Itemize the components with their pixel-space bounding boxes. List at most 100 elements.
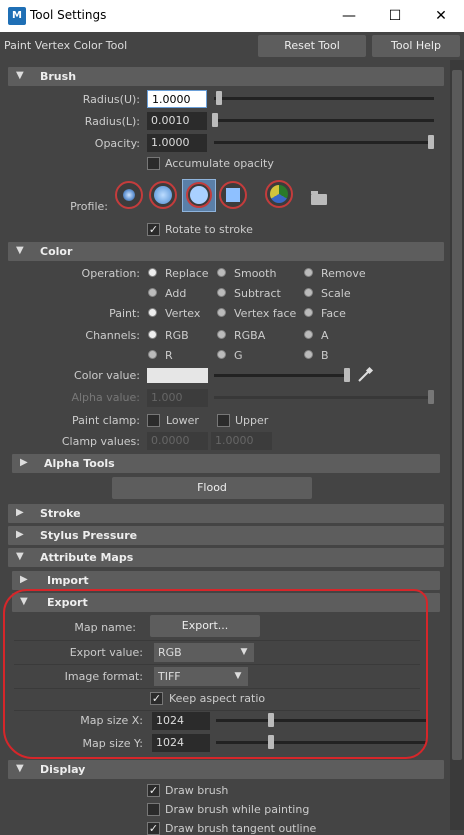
operation-smooth-radio[interactable] <box>217 268 226 277</box>
color-value-slider-handle[interactable] <box>344 368 350 382</box>
opacity-slider-track[interactable] <box>214 141 434 144</box>
alpha-value-slider-handle[interactable] <box>428 390 434 404</box>
channel-b-radio[interactable] <box>304 350 313 359</box>
rotate-to-stroke-checkbox[interactable]: ✓ <box>147 223 160 236</box>
draw-brush-checkbox[interactable]: ✓ <box>147 784 160 797</box>
radius-u-label: Radius(U): <box>82 93 140 106</box>
radius-l-slider-handle[interactable] <box>212 113 218 127</box>
channel-rgba-radio[interactable] <box>217 330 226 339</box>
scrollbar-thumb[interactable] <box>452 70 462 760</box>
radius-l-field[interactable]: 0.0010 <box>147 112 207 130</box>
section-alpha-tools-label: Alpha Tools <box>44 457 115 470</box>
red-annotation-loop <box>3 589 428 759</box>
alpha-value-field[interactable]: 1.000 <box>147 389 208 407</box>
profile-image-icon[interactable] <box>265 180 293 208</box>
profile-solid-selected[interactable] <box>182 179 216 212</box>
section-display-label: Display <box>40 763 86 776</box>
close-button[interactable]: ✕ <box>418 0 464 32</box>
channel-rgba-label: RGBA <box>234 329 266 342</box>
color-value-label: Color value: <box>74 369 140 382</box>
clamp-upper-checkbox[interactable] <box>217 414 230 427</box>
maximize-button[interactable]: ☐ <box>372 0 418 32</box>
paint-vertex-label: Vertex <box>165 307 201 320</box>
rotate-to-stroke-label: Rotate to stroke <box>165 223 253 236</box>
color-value-swatch[interactable] <box>147 368 208 383</box>
window-title: Tool Settings <box>30 8 107 22</box>
section-alpha-tools[interactable]: ▶ Alpha Tools <box>12 454 440 473</box>
operation-replace-radio[interactable] <box>148 268 157 277</box>
profile-square-icon[interactable] <box>219 181 247 209</box>
profile-soft-icon[interactable] <box>115 181 143 209</box>
clamp-min-field[interactable]: 0.0000 <box>147 432 208 450</box>
section-stylus-pressure[interactable]: ▶ Stylus Pressure <box>8 526 444 545</box>
section-stroke-label: Stroke <box>40 507 81 520</box>
channel-a-radio[interactable] <box>304 330 313 339</box>
clamp-values-label: Clamp values: <box>61 435 140 448</box>
paint-label: Paint: <box>109 307 140 320</box>
clamp-upper-label: Upper <box>235 414 269 427</box>
channel-rgb-radio[interactable] <box>148 330 157 339</box>
channel-b-label: B <box>321 349 329 362</box>
profile-medium-icon[interactable] <box>149 181 177 209</box>
section-import-label: Import <box>47 574 89 587</box>
collapse-arrow-icon: ▼ <box>16 551 24 562</box>
section-attribute-maps-label: Attribute Maps <box>40 551 134 564</box>
accumulate-opacity-checkbox[interactable] <box>147 157 160 170</box>
section-import[interactable]: ▶ Import <box>12 571 440 590</box>
operation-add-label: Add <box>165 287 187 300</box>
flood-button[interactable]: Flood <box>112 477 312 499</box>
section-attribute-maps[interactable]: ▼ Attribute Maps <box>8 548 444 567</box>
clamp-lower-label: Lower <box>166 414 199 427</box>
operation-remove-radio[interactable] <box>304 268 313 277</box>
radius-u-slider-handle[interactable] <box>215 91 222 105</box>
operation-scale-label: Scale <box>321 287 351 300</box>
paint-face-label: Face <box>321 307 346 320</box>
minimize-button[interactable]: — <box>326 0 372 32</box>
folder-icon[interactable] <box>311 191 327 205</box>
section-brush[interactable]: ▼ Brush <box>8 67 444 86</box>
paint-vertex-radio[interactable] <box>148 308 157 317</box>
paint-vertex-face-radio[interactable] <box>217 308 226 317</box>
section-display[interactable]: ▼ Display <box>8 760 444 779</box>
eyedropper-icon[interactable] <box>356 366 374 384</box>
operation-smooth-label: Smooth <box>234 267 277 280</box>
operation-scale-radio[interactable] <box>304 288 313 297</box>
title-bar: M Tool Settings — ☐ ✕ <box>0 0 464 32</box>
alpha-value-label: Alpha value: <box>71 391 140 404</box>
section-color-label: Color <box>40 245 73 258</box>
channel-r-radio[interactable] <box>148 350 157 359</box>
radius-l-label: Radius(L): <box>84 115 140 128</box>
opacity-slider-handle[interactable] <box>428 135 434 149</box>
clamp-lower-checkbox[interactable] <box>147 414 160 427</box>
radius-u-field[interactable]: 1.0000 <box>147 90 207 108</box>
collapse-arrow-icon: ▼ <box>16 763 24 774</box>
section-brush-label: Brush <box>40 70 77 83</box>
operation-subtract-label: Subtract <box>234 287 281 300</box>
maya-app-icon: M <box>8 7 26 25</box>
section-stroke[interactable]: ▶ Stroke <box>8 504 444 523</box>
color-value-slider-track[interactable] <box>214 374 350 377</box>
operation-replace-label: Replace <box>165 267 209 280</box>
section-color[interactable]: ▼ Color <box>8 242 444 261</box>
draw-brush-painting-checkbox[interactable] <box>147 803 160 816</box>
draw-brush-tangent-checkbox[interactable]: ✓ <box>147 822 160 835</box>
operation-add-radio[interactable] <box>148 288 157 297</box>
opacity-label: Opacity: <box>94 137 140 150</box>
radius-u-slider-track[interactable] <box>214 97 434 100</box>
opacity-field[interactable]: 1.0000 <box>147 134 207 152</box>
channel-rgb-label: RGB <box>165 329 189 342</box>
radius-l-slider-track[interactable] <box>214 119 434 122</box>
channel-g-label: G <box>234 349 243 362</box>
tool-help-button[interactable]: Tool Help <box>372 35 460 57</box>
collapse-arrow-icon: ▼ <box>16 245 24 256</box>
reset-tool-button[interactable]: Reset Tool <box>258 35 366 57</box>
profile-label: Profile: <box>70 200 108 213</box>
clamp-max-field[interactable]: 1.0000 <box>211 432 272 450</box>
operation-subtract-radio[interactable] <box>217 288 226 297</box>
channel-g-radio[interactable] <box>217 350 226 359</box>
paint-vertex-face-label: Vertex face <box>234 307 297 320</box>
operation-remove-label: Remove <box>321 267 366 280</box>
alpha-value-slider-track[interactable] <box>214 396 434 399</box>
channel-r-label: R <box>165 349 173 362</box>
paint-face-radio[interactable] <box>304 308 313 317</box>
